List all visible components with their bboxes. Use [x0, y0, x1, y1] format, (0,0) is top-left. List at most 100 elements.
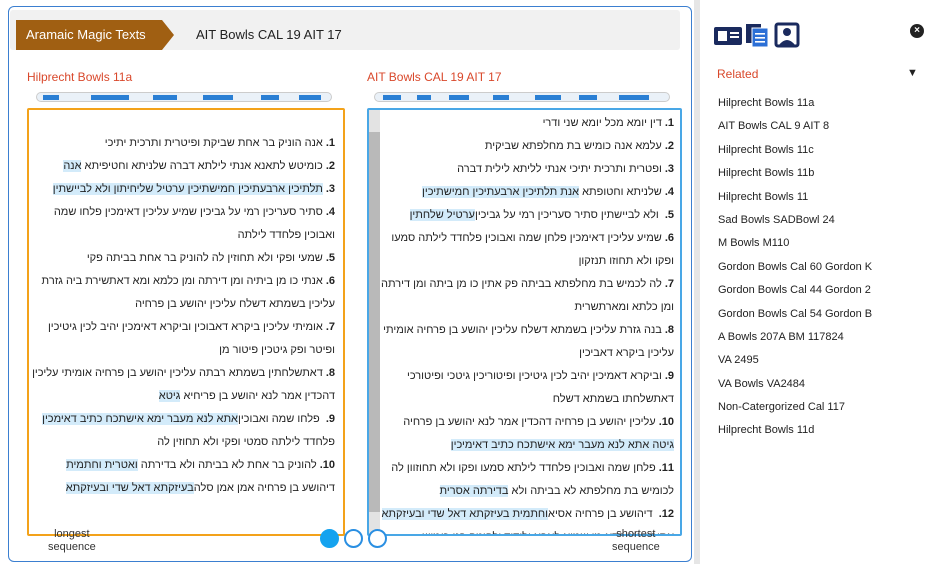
- right-column-title: AIT Bowls CAL 19 AIT 17: [367, 70, 502, 84]
- related-item[interactable]: Hilprecht Bowls 11: [718, 190, 872, 213]
- highlighted-match[interactable]: תלתיכין ארבעתיכין חמישתיכין ערטיל שליחית…: [52, 183, 323, 195]
- highlighted-match[interactable]: בדירתה אסרית: [439, 485, 509, 497]
- related-item[interactable]: Hilprecht Bowls 11a: [718, 96, 872, 119]
- person-icon[interactable]: [774, 22, 800, 53]
- sequence-mark: [43, 95, 59, 100]
- document-list-icon[interactable]: [713, 26, 743, 51]
- line-text: לכומיש בת מחלפתא לא בביתה ולא: [508, 485, 674, 497]
- text-line: דהכדין אמר לנא יהושע בן פריחיא גיטא: [33, 385, 335, 408]
- related-item[interactable]: Gordon Bowls Cal 44 Gordon 2: [718, 283, 872, 306]
- line-number: 9.: [664, 370, 674, 382]
- text-line: 6.אנתי כו מן ביתיה ומן דירתה ומן כלמא ומ…: [33, 270, 335, 293]
- highlighted-match[interactable]: ואטרית וחתמית: [66, 459, 138, 471]
- related-item[interactable]: Hilprecht Bowls 11c: [718, 143, 872, 166]
- text-line: ופיטר ופק גיטכין פיטור מן: [33, 339, 335, 362]
- related-item[interactable]: Sad Bowls SADBowl 24: [718, 213, 872, 236]
- pager-dot-2[interactable]: [344, 529, 363, 548]
- pages-icon[interactable]: [744, 22, 770, 53]
- text-line: 11.פלחן שמה ואבוכין פלחדד לילתא סמעו ופק…: [383, 457, 674, 480]
- text-line: 6.שמיע עליכין דאימכין פלחן שמה ואבוכין פ…: [383, 227, 674, 250]
- related-title: Related: [717, 67, 759, 81]
- highlighted-match[interactable]: אנת תלתיכין ארבעתיכין חמישתיכין: [422, 186, 580, 198]
- right-text-panel[interactable]: 1.דין יומא מכל יומא שני ודרי 2.עלמא אנה כ…: [367, 108, 682, 536]
- line-text: סתיר סעריכין רמי על גביכין שמיע עליכין ד…: [53, 206, 323, 218]
- line-number: 7.: [325, 321, 335, 333]
- scrollbar-thumb[interactable]: [369, 132, 380, 512]
- text-line: דאתשלחתו בשמתא דשלח: [383, 388, 674, 411]
- text-line: 2.עלמא אנה כומיש בת מחלפתא שביקית: [383, 135, 674, 158]
- chevron-down-icon[interactable]: ▼: [907, 67, 918, 79]
- highlighted-match[interactable]: גיטא: [158, 390, 181, 402]
- line-text: וביקרא דאמיכין יהיב לכין גיטיכין ופיטורי…: [407, 370, 662, 382]
- related-item[interactable]: M Bowls M110: [718, 236, 872, 259]
- text-line: 9. פלחו שמה ואבוכיןאתא לנא מעבר ימא אישת…: [33, 408, 335, 431]
- line-text: ומן כלתא ומארתשרית: [574, 301, 674, 313]
- related-list: Hilprecht Bowls 11a AIT Bowls CAL 9 AIT 8…: [718, 96, 872, 447]
- line-number: 3.: [325, 183, 335, 195]
- related-item[interactable]: VA Bowls VA2484: [718, 377, 872, 400]
- line-number: 8.: [664, 324, 674, 336]
- text-line: ופקו ולא תחוזו תנזקון: [383, 250, 674, 273]
- sequence-mark: [449, 95, 469, 100]
- line-text: דאתשלחתו בשמתא דשלח: [552, 393, 674, 405]
- highlighted-match[interactable]: וחתמית בעיזקתא דאל שדי ובעיזקתא: [381, 508, 549, 520]
- text-line: 5.שמעי ופקי ולא תחוזין לה להוניק בר אחת …: [33, 247, 335, 270]
- text-line: 8.בנה גזרת עליכין בשמתא דשלח עליכין יהוש…: [383, 319, 674, 342]
- line-text: שמיע עליכין דאימכין פלחן שמה ואבוכין פלח…: [391, 232, 662, 244]
- line-text: ולא לביישתין סתיר סעריכין רמי על גביכין: [474, 209, 662, 221]
- highlighted-match[interactable]: גיטה אתא לנא מעבר ימא אישתכח כתיב דאימיכ…: [450, 439, 674, 451]
- highlighted-match[interactable]: בעיזקתא דאל שדי ובעיזקתא: [65, 482, 194, 494]
- text-line: ומן כלתא ומארתשרית: [383, 296, 674, 319]
- line-text: כומיטש לתאנא אנתי לילתא דברה שלניתא וחטי…: [81, 160, 323, 172]
- line-text: אנה הוניק בר אחת שביקת ופיטרית ותרכית ית…: [104, 137, 323, 149]
- line-text: דהכדין אמר לנא יהושע בן פריחיא: [180, 390, 335, 402]
- legend-longest: longest sequence: [48, 528, 96, 553]
- legend-shortest: shortest sequence: [612, 528, 660, 553]
- line-text: דיהושע בן פרחיה אסיא: [548, 508, 656, 520]
- sequence-mark: [153, 95, 177, 100]
- line-text: דאתשלחתין בשמתא רבתה עליכין יהושע בן פרח…: [32, 367, 323, 379]
- line-number: 5.: [664, 209, 674, 221]
- close-icon[interactable]: ×: [910, 24, 924, 38]
- highlighted-match[interactable]: ערטיל שלחתין: [409, 209, 475, 221]
- line-text: ופיטר ופק גיטכין פיטור מן: [219, 344, 335, 356]
- breadcrumb[interactable]: Aramaic Magic Texts: [16, 20, 174, 50]
- pager-dot-1[interactable]: [320, 529, 339, 548]
- line-number: 3.: [664, 163, 674, 175]
- line-text: לה לכמיש בת מחלפתא בביתה פק אתין כו מן ב…: [381, 278, 662, 290]
- related-item[interactable]: Hilprecht Bowls 11d: [718, 423, 872, 446]
- line-text: ופטרית ותרכית יתיכי אנתי לליתא לילית דבר…: [457, 163, 662, 175]
- text-line: 3.ופטרית ותרכית יתיכי אנתי לליתא לילית ד…: [383, 158, 674, 181]
- line-number: 1.: [325, 137, 335, 149]
- line-text: פלחן שמה ואבוכין פלחדד לילתא סמעו ופקו ו…: [391, 462, 656, 474]
- related-item[interactable]: VA 2495: [718, 353, 872, 376]
- text-line: 8.דאתשלחתין בשמתא רבתה עליכין יהושע בן פ…: [32, 362, 335, 385]
- text-line: 10.להוניק בר אחת לא בביתה ולא בדירתה ואט…: [33, 454, 335, 477]
- related-item[interactable]: Gordon Bowls Cal 54 Gordon B: [718, 307, 872, 330]
- related-item[interactable]: Non-Catergorized Cal 117: [718, 400, 872, 423]
- related-item[interactable]: A Bowls 207A BM 117824: [718, 330, 872, 353]
- related-item[interactable]: Hilprecht Bowls 11b: [718, 166, 872, 189]
- line-number: 12.: [658, 508, 674, 520]
- text-line: ואבוכין פלחדד לילתה: [33, 224, 335, 247]
- left-text-panel[interactable]: 1.אנה הוניק בר אחת שביקת ופיטרית ותרכית …: [27, 108, 345, 536]
- line-number: 5.: [325, 252, 335, 264]
- sequence-mark: [535, 95, 561, 100]
- text-line: 1.דין יומא מכל יומא שני ודרי: [383, 112, 674, 135]
- related-item[interactable]: AIT Bowls CAL 9 AIT 8: [718, 119, 872, 142]
- highlighted-match[interactable]: אתא לנא מעבר ימא אישתכח כתיב דאימכין: [42, 413, 238, 425]
- page-title: AIT Bowls CAL 19 AIT 17: [196, 27, 342, 42]
- left-sequence-bar[interactable]: [36, 92, 332, 102]
- sequence-mark: [619, 95, 649, 100]
- left-column-title: Hilprecht Bowls 11a: [27, 70, 133, 84]
- related-item[interactable]: Gordon Bowls Cal 60 Gordon K: [718, 260, 872, 283]
- pager-dot-3[interactable]: [368, 529, 387, 548]
- text-line: 2.כומיטש לתאנא אנתי לילתא דברה שלניתא וח…: [33, 155, 335, 178]
- line-text: עליכין בשמתא דשלח עליכין יהושע בן פרחיה: [135, 298, 335, 310]
- line-text: עליכין יהושע בן פרחיה דהכדין אמר לנא יהו…: [403, 416, 656, 428]
- sequence-mark: [417, 95, 431, 100]
- highlighted-match[interactable]: אנה: [63, 160, 82, 172]
- right-sequence-bar[interactable]: [374, 92, 670, 102]
- line-number: 4.: [664, 186, 674, 198]
- line-number: 6.: [664, 232, 674, 244]
